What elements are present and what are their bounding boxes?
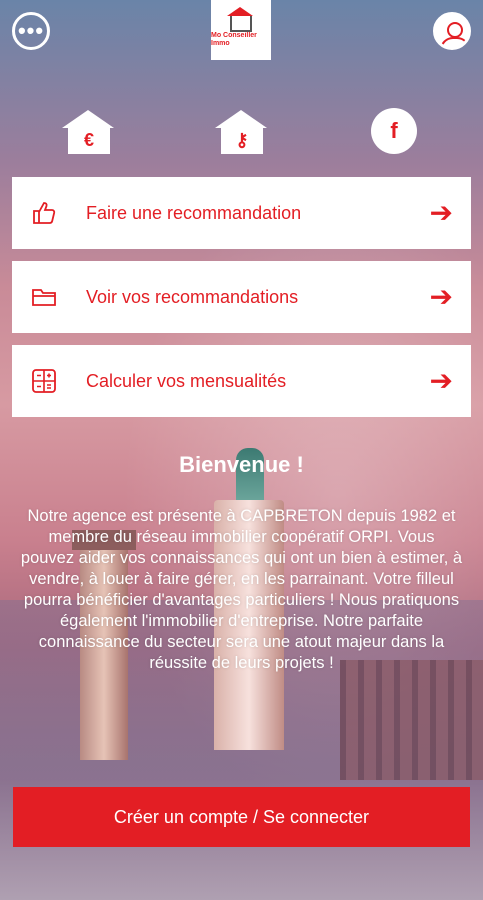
view-recommendations-button[interactable]: Voir vos recommandations ➔ <box>12 261 471 333</box>
app-logo: Mo Conseiller Immo <box>211 0 271 60</box>
create-account-login-button[interactable]: Créer un compte / Se connecter <box>13 787 470 847</box>
calculator-icon <box>30 367 58 395</box>
arrow-right-icon: ➔ <box>429 365 453 396</box>
more-options-icon[interactable]: ••• <box>12 12 50 50</box>
welcome-section: Bienvenue ! Notre agence est présente à … <box>20 452 463 674</box>
pier <box>340 660 483 780</box>
calculate-payments-button[interactable]: Calculer vos mensualités ➔ <box>12 345 471 417</box>
arrow-right-icon: ➔ <box>429 281 453 312</box>
welcome-title: Bienvenue ! <box>179 452 304 477</box>
view-recommendations-label: Voir vos recommandations <box>86 286 299 307</box>
facebook-icon[interactable]: f <box>371 108 417 154</box>
top-bar: ••• Mo Conseiller Immo <box>0 0 483 62</box>
euro-house-icon[interactable]: € <box>62 110 114 154</box>
logo-house-icon <box>227 7 253 32</box>
arrow-right-icon: ➔ <box>429 197 453 228</box>
recommend-label: Faire une recommandation <box>86 202 302 223</box>
welcome-text: Notre agence est présente à CAPBRETON de… <box>20 507 463 672</box>
logo-text: Mo Conseiller Immo <box>211 32 257 47</box>
user-profile-icon[interactable] <box>433 12 471 50</box>
calculate-payments-label: Calculer vos mensualités <box>86 370 287 391</box>
key-house-icon[interactable]: ⚷ <box>215 110 267 154</box>
recommend-button[interactable]: Faire une recommandation ➔ <box>12 177 471 249</box>
folder-icon <box>30 283 58 311</box>
thumbs-up-icon <box>30 199 58 227</box>
